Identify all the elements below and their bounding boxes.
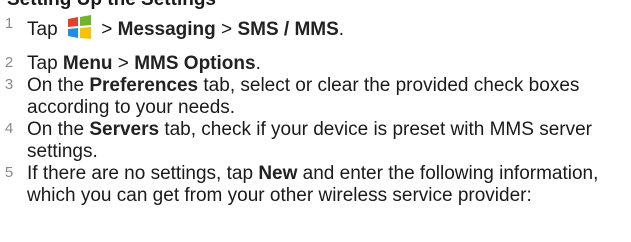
breadcrumb-separator: >: [112, 53, 135, 74]
step-text-end: .: [338, 19, 345, 40]
step-text-pre: If there are no settings, tap: [27, 163, 259, 184]
tab-name-servers: Servers: [89, 119, 160, 140]
step-text-pre: Tap: [27, 19, 58, 40]
step-text-pre: On the: [27, 119, 90, 140]
breadcrumb-separator: >: [95, 19, 118, 40]
menu-item-sms-mms: SMS / MMS: [237, 19, 339, 40]
step-text: On the Servers tab, check if your device…: [27, 119, 627, 163]
step-number: 3: [4, 76, 14, 93]
menu-item-menu: Menu: [62, 53, 113, 74]
partial-heading-text: Setting Up the Settings: [7, 0, 216, 10]
partial-heading: Setting Up the Settings: [7, 0, 216, 9]
step-number: 5: [4, 164, 14, 181]
menu-item-messaging: Messaging: [117, 19, 216, 40]
step-text-pre: On the: [27, 75, 90, 96]
step-number: 4: [4, 120, 14, 137]
step-text: Tap Menu > MMS Options.: [27, 53, 627, 75]
step-text: On the Preferences tab, select or clear …: [27, 75, 627, 119]
step-number: 2: [4, 54, 14, 71]
step-text-pre: Tap: [27, 53, 63, 74]
step-text: Tap > Messaging > SMS / MMS.: [27, 14, 627, 41]
step-number: 1: [4, 15, 14, 32]
step-text-end: .: [255, 53, 261, 74]
windows-start-icon: [66, 14, 93, 41]
instruction-page: Setting Up the Settings 1 Tap > Messagin…: [0, 0, 631, 242]
step-text: If there are no settings, tap New and en…: [27, 163, 627, 207]
button-name-new: New: [258, 163, 298, 184]
breadcrumb-separator: >: [215, 19, 238, 40]
tab-name-preferences: Preferences: [89, 75, 199, 96]
menu-item-mms-options: MMS Options: [134, 53, 256, 74]
